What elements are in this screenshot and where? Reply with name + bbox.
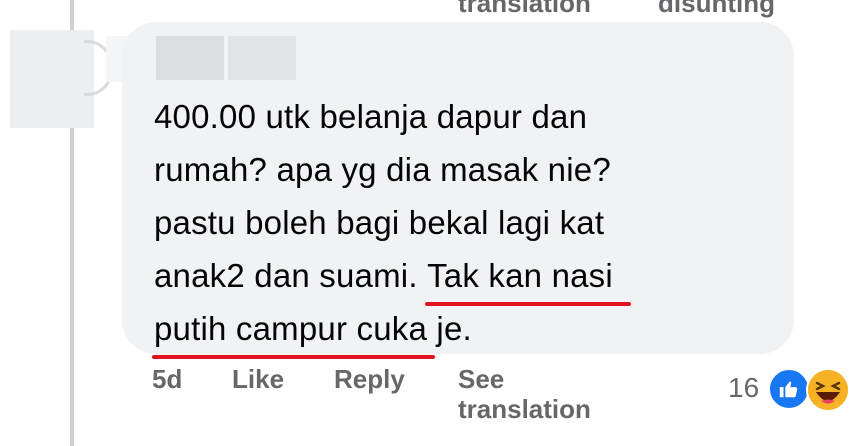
comment-timestamp[interactable]: 5d [152, 364, 182, 394]
like-button[interactable]: Like [232, 364, 284, 394]
avatar-redacted [10, 30, 94, 128]
edited-label: disunting [658, 0, 775, 18]
underlined-text: putih campur cuka [151, 302, 436, 359]
comment-line: 400.00 utk belanja dapur dan [154, 98, 588, 135]
see-translation-line: translation [458, 394, 591, 424]
previous-comment-actions: translation disunting [0, 0, 850, 18]
comment-line: anak2 dan suami. [154, 257, 428, 294]
comment-line: rumah? apa yg dia masak nie? [154, 151, 611, 188]
see-translation-button[interactable]: See translation [458, 364, 591, 424]
comment-trailing: je. [427, 310, 472, 347]
comment-text: 400.00 utk belanja dapur dan rumah? apa … [151, 90, 754, 359]
comment-line: pastu boleh bagi bekal lagi kat [154, 204, 605, 241]
underlined-text: Tak kan nasi [425, 249, 631, 306]
see-translation-line: See [458, 364, 505, 394]
comment-actions: 5d Like Reply See translation [0, 364, 850, 434]
reply-button[interactable]: Reply [334, 364, 405, 394]
haha-icon [806, 368, 850, 412]
like-icon [768, 368, 810, 410]
reaction-count: 16 [728, 372, 760, 403]
author-name-redacted[interactable] [156, 36, 296, 80]
see-translation-link[interactable]: translation [458, 0, 591, 19]
comment-bubble: 400.00 utk belanja dapur dan rumah? apa … [122, 22, 794, 359]
